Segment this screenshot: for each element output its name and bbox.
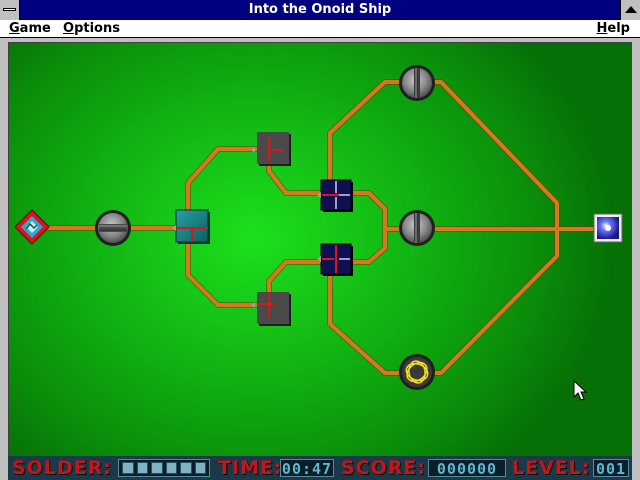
gray-junction-top-icon[interactable] — [251, 132, 291, 166]
menu-help[interactable]: Help — [597, 20, 630, 37]
resistor-disc-middle-icon[interactable] — [399, 210, 435, 246]
target-node-icon[interactable] — [593, 213, 623, 243]
arrow-cursor-icon — [573, 380, 587, 401]
navy-junction-upper-icon[interactable] — [317, 179, 353, 212]
bulb-disc-icon[interactable] — [399, 354, 435, 390]
title-bar: Into the Onoid Ship — [0, 0, 640, 20]
gray-junction-bottom-icon[interactable] — [251, 292, 291, 326]
solder-segment — [122, 462, 134, 474]
source-node-icon[interactable] — [14, 209, 50, 245]
level-value: 001 — [593, 459, 629, 478]
solder-segment — [136, 462, 148, 474]
game-frame: SOLDER: TIME: 00:47 SCORE: 000000 LEVEL:… — [0, 38, 640, 480]
menu-game[interactable]: Game — [9, 20, 51, 37]
solder-segment — [180, 462, 192, 474]
maximize-arrow-icon — [625, 6, 637, 13]
system-menu-icon — [3, 8, 16, 11]
resistor-disc-top-icon[interactable] — [399, 65, 435, 101]
score-label: SCORE: — [341, 457, 426, 479]
game-window: Into the Onoid Ship Game Options Help SO… — [0, 0, 640, 480]
solder-segment — [165, 462, 177, 474]
menu-options[interactable]: Options — [63, 20, 120, 37]
system-menu-button[interactable] — [0, 0, 20, 20]
time-value: 00:47 — [280, 459, 334, 478]
resistor-disc-icon[interactable] — [95, 210, 131, 246]
maximize-button[interactable] — [620, 0, 640, 20]
score-value: 000000 — [428, 459, 506, 478]
status-bar: SOLDER: TIME: 00:47 SCORE: 000000 LEVEL:… — [8, 456, 632, 480]
solder-segment — [194, 462, 206, 474]
teal-junction-icon[interactable] — [172, 209, 210, 244]
solder-segment — [151, 462, 163, 474]
navy-junction-lower-icon[interactable] — [317, 243, 353, 276]
menu-bar: Game Options Help — [0, 20, 640, 38]
solder-label: SOLDER: — [12, 457, 112, 479]
circuit-board[interactable] — [8, 42, 632, 456]
circuit-drawing — [14, 65, 623, 390]
time-label: TIME: — [218, 457, 283, 479]
level-label: LEVEL: — [512, 457, 591, 479]
window-title: Into the Onoid Ship — [248, 2, 392, 17]
solder-meter — [118, 459, 210, 477]
